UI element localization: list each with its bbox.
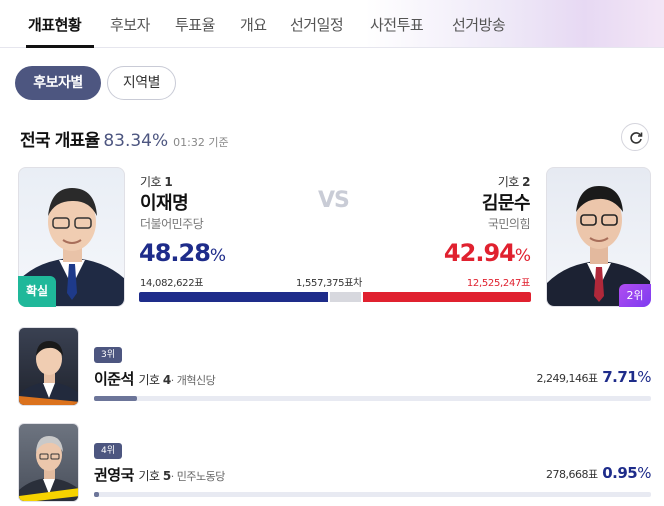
candidate-number-left: 기호 1 xyxy=(140,175,173,189)
candidate-photo-3 xyxy=(18,327,79,406)
winner-badge: 확실 xyxy=(18,276,56,307)
candidate-name-4: 권영국 xyxy=(94,466,134,484)
vote-margin: 1,557,375표차 xyxy=(296,278,362,289)
candidate-number-4: 기호 5 xyxy=(138,469,172,483)
vote-track-3 xyxy=(94,396,651,401)
candidate-votes-4: 278,668표 xyxy=(546,468,598,481)
tab-broadcast[interactable]: 선거방송 xyxy=(452,14,506,35)
vote-fill-3 xyxy=(94,396,137,401)
tab-early-voting[interactable]: 사전투표 xyxy=(370,14,424,35)
candidate-result-4: 278,668표 0.95% xyxy=(546,463,651,482)
candidate-row-3: 이준석 기호 4· 개혁신당 xyxy=(94,368,216,389)
vote-bar-right xyxy=(362,292,531,302)
count-percent: 83.34% xyxy=(103,131,169,151)
candidate-percent-3: 7.71% xyxy=(602,368,651,386)
tab-overview[interactable]: 개요 xyxy=(240,14,267,35)
rank-badge-3: 3위 xyxy=(94,347,122,363)
candidate-photo-4 xyxy=(18,423,79,502)
toggle-by-region[interactable]: 지역별 xyxy=(107,66,176,100)
vote-track-4 xyxy=(94,492,651,497)
top-nav: 개표현황 후보자 투표율 개요 선거일정 사전투표 선거방송 xyxy=(0,0,664,48)
rank-badge-4: 4위 xyxy=(94,443,122,459)
candidate-percent-right: 42.94% xyxy=(443,239,531,267)
tab-candidates[interactable]: 후보자 xyxy=(110,14,150,35)
candidate-row-4: 권영국 기호 5· 민주노동당 xyxy=(94,464,225,485)
candidate-number-right: 기호 2 xyxy=(497,175,531,189)
candidate-votes-3: 2,249,146표 xyxy=(536,372,599,385)
count-header: 전국 개표율 83.34% 01:32 기준 xyxy=(20,126,229,151)
active-tab-indicator xyxy=(26,45,94,48)
candidate-party-4: · 민주노동당 xyxy=(170,470,226,483)
vote-fill-4 xyxy=(94,492,100,497)
candidate-number-3: 기호 4 xyxy=(138,373,172,387)
rank-badge-second: 2위 xyxy=(619,284,651,307)
candidate-percent-4: 0.95% xyxy=(602,464,651,482)
candidate-result-3: 2,249,146표 7.71% xyxy=(536,367,652,386)
count-time: 01:32 기준 xyxy=(173,136,229,149)
candidate-votes-right: 12,525,247표 xyxy=(466,278,530,289)
candidate-votes-left: 14,082,622표 xyxy=(140,278,204,289)
tab-schedule[interactable]: 선거일정 xyxy=(290,14,344,35)
vote-bar-remaining xyxy=(330,292,361,302)
vs-label: VS xyxy=(318,188,350,213)
count-title: 전국 개표율 xyxy=(20,131,100,151)
candidate-party-right: 국민의힘 xyxy=(487,217,531,231)
candidate-name-left: 이재명 xyxy=(140,193,189,214)
candidate-name-3: 이준석 xyxy=(94,370,134,388)
toggle-by-candidate[interactable]: 후보자별 xyxy=(15,66,101,100)
candidate-party-left: 더불어민주당 xyxy=(140,217,204,231)
tab-count-status[interactable]: 개표현황 xyxy=(28,14,82,35)
candidate-party-3: · 개혁신당 xyxy=(170,374,216,387)
candidate-percent-left: 48.28% xyxy=(139,239,226,267)
refresh-button[interactable] xyxy=(621,123,649,151)
vote-bar-left xyxy=(139,292,329,302)
tab-turnout[interactable]: 투표율 xyxy=(175,14,215,35)
refresh-icon xyxy=(630,132,643,144)
candidate-name-right: 김문수 xyxy=(481,193,531,214)
